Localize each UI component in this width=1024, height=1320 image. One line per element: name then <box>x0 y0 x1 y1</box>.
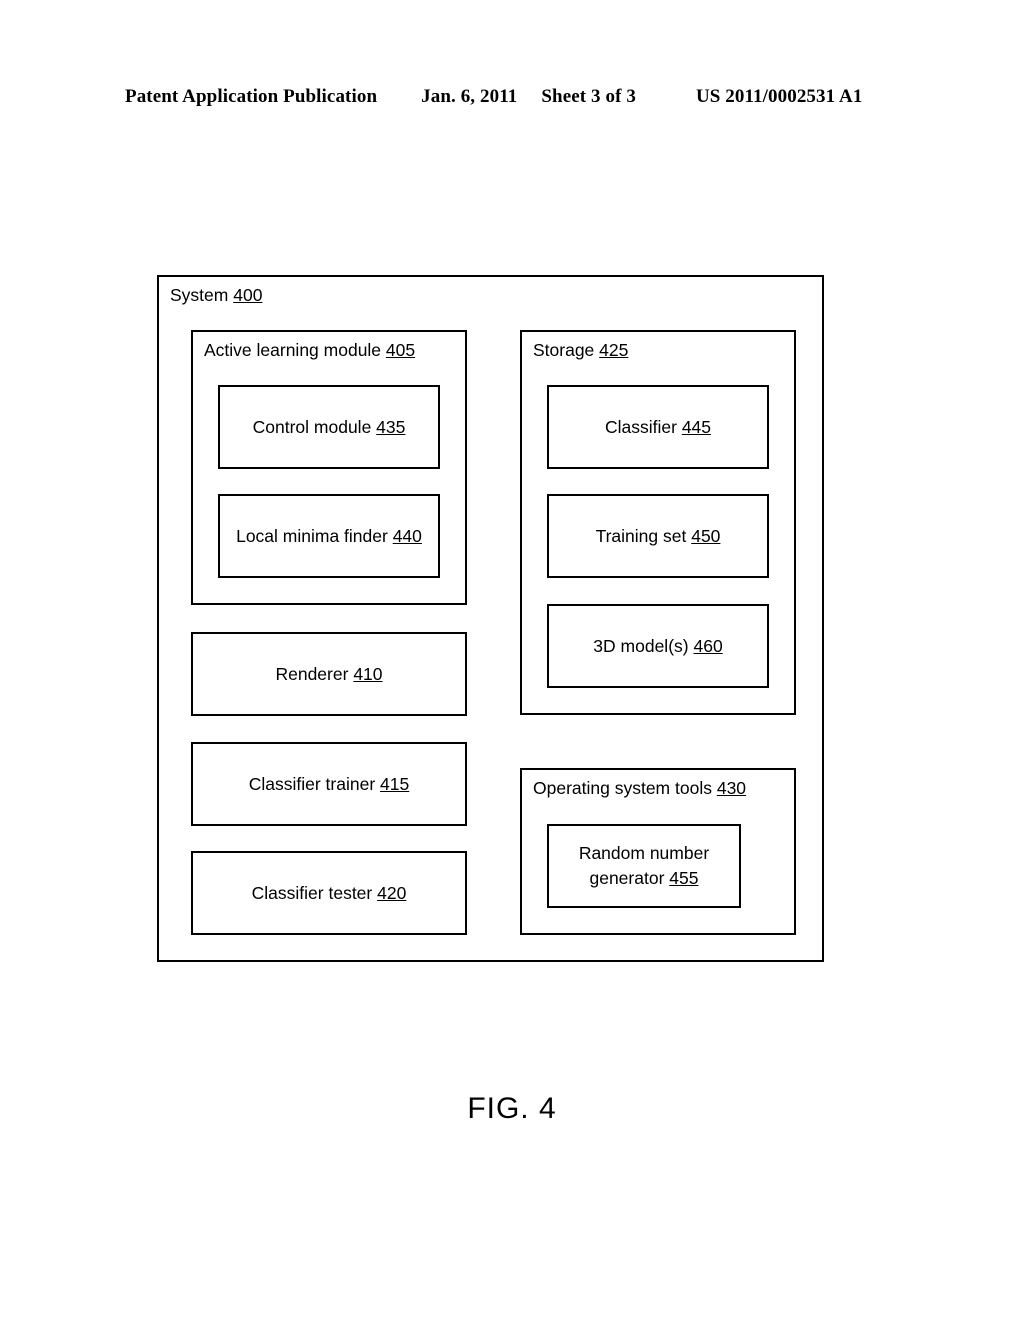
renderer-reference-number: 410 <box>353 663 383 684</box>
header-sheet-number: Sheet 3 of 3 <box>541 86 636 107</box>
active-learning-module-label-text: Active learning module <box>204 340 382 360</box>
system-label-text: System <box>170 285 229 305</box>
figure-caption: FIG. 4 <box>467 1092 557 1125</box>
random-number-generator-reference-number: 455 <box>669 868 699 888</box>
classifier-trainer-label-text: Classifier trainer <box>248 773 376 794</box>
system-label: System 400 <box>170 284 262 306</box>
training-set-reference-number: 450 <box>691 525 721 546</box>
header-document-number: US 2011/0002531 A1 <box>695 86 863 107</box>
control-module-label: Control module 435 <box>220 387 438 467</box>
control-module-box: Control module 435 <box>218 385 440 469</box>
random-number-generator-box: Random number generator 455 <box>547 824 741 908</box>
control-module-reference-number: 435 <box>376 416 406 437</box>
three-d-models-label-text: 3D model(s) <box>593 635 689 656</box>
header-publication-date: Jan. 6, 2011 <box>421 86 518 107</box>
operating-system-tools-label-text: Operating system tools <box>533 778 712 798</box>
random-number-generator-label-line1: Random number <box>578 843 710 863</box>
classifier-trainer-label: Classifier trainer 415 <box>193 744 465 824</box>
random-number-generator-label-line2: generator <box>589 868 665 888</box>
renderer-label: Renderer 410 <box>193 634 465 714</box>
three-d-models-label: 3D model(s) 460 <box>549 606 767 686</box>
storage-reference-number: 425 <box>599 340 629 360</box>
active-learning-module-reference-number: 405 <box>385 340 416 360</box>
classifier-trainer-reference-number: 415 <box>380 773 410 794</box>
local-minima-finder-label-text: Local minima finder <box>236 525 388 546</box>
three-d-models-reference-number: 460 <box>693 635 723 656</box>
header-publication-title: Patent Application Publication <box>125 86 378 107</box>
local-minima-finder-reference-number: 440 <box>392 525 422 546</box>
storage-label-text: Storage <box>533 340 595 360</box>
classifier-tester-label: Classifier tester 420 <box>193 853 465 933</box>
local-minima-finder-label: Local minima finder 440 <box>220 496 438 576</box>
training-set-box: Training set 450 <box>547 494 769 578</box>
system-reference-number: 400 <box>233 285 263 305</box>
renderer-label-text: Renderer <box>275 663 349 684</box>
classifier-reference-number: 445 <box>681 416 712 437</box>
training-set-label: Training set 450 <box>549 496 767 576</box>
three-d-models-box: 3D model(s) 460 <box>547 604 769 688</box>
classifier-tester-box: Classifier tester 420 <box>191 851 467 935</box>
random-number-generator-label: Random number generator 455 <box>549 826 739 906</box>
control-module-label-text: Control module <box>252 416 372 437</box>
classifier-box: Classifier 445 <box>547 385 769 469</box>
classifier-label: Classifier 445 <box>549 387 767 467</box>
classifier-trainer-box: Classifier trainer 415 <box>191 742 467 826</box>
operating-system-tools-label: Operating system tools 430 <box>533 777 746 799</box>
classifier-tester-label-text: Classifier tester <box>251 882 373 903</box>
storage-label: Storage 425 <box>533 339 628 361</box>
operating-system-tools-reference-number: 430 <box>716 778 747 798</box>
renderer-box: Renderer 410 <box>191 632 467 716</box>
classifier-tester-reference-number: 420 <box>377 882 407 903</box>
classifier-label-text: Classifier <box>604 416 677 437</box>
active-learning-module-label: Active learning module 405 <box>204 339 415 361</box>
training-set-label-text: Training set <box>595 525 687 546</box>
page-header: Patent Application Publication Jan. 6, 2… <box>125 86 885 114</box>
local-minima-finder-box: Local minima finder 440 <box>218 494 440 578</box>
